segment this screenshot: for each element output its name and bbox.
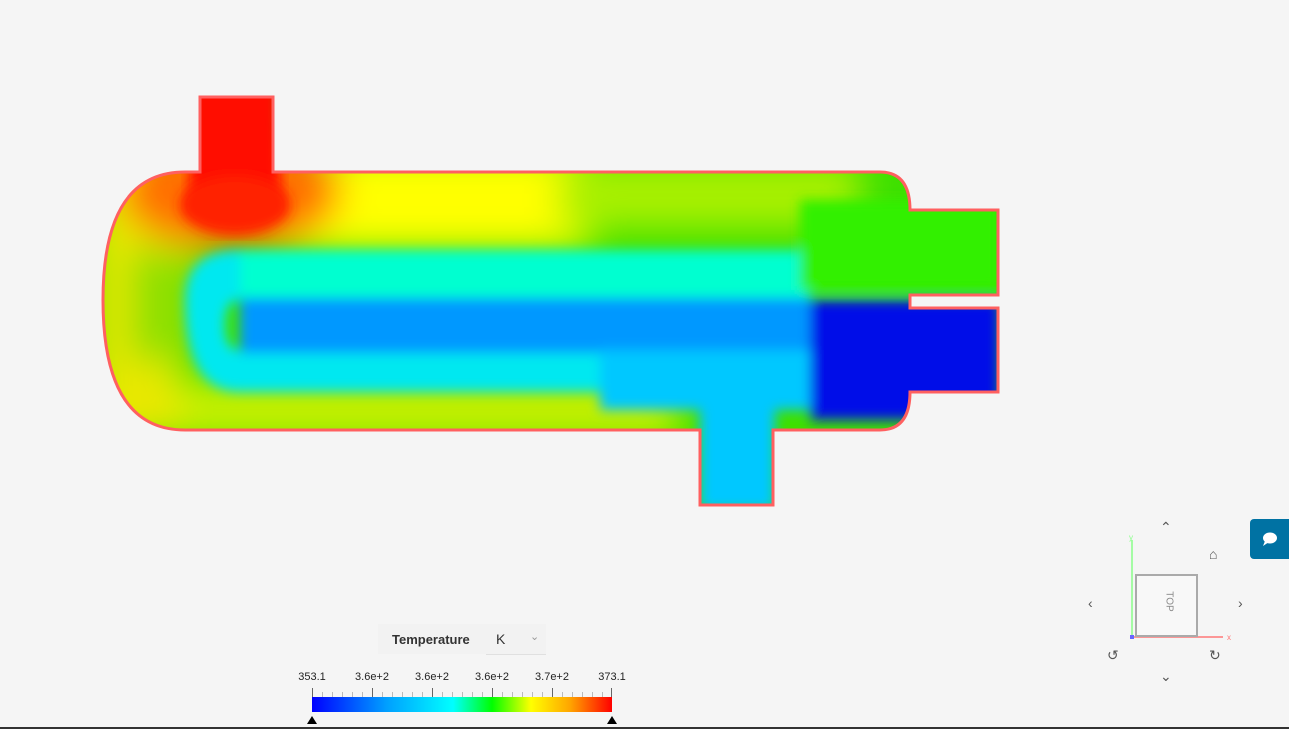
x-axis-label: x — [1227, 633, 1231, 642]
rotate-down-icon[interactable]: ⌄ — [1160, 668, 1172, 685]
tick-label: 3.7e+2 — [535, 671, 569, 683]
y-axis-label: y — [1129, 533, 1133, 542]
tick-label: 3.6e+2 — [355, 671, 389, 683]
unit-value: K — [496, 631, 506, 647]
tick-label: 373.1 — [598, 671, 626, 683]
chevron-down-icon: ⌄ — [530, 631, 540, 643]
legend-title: Temperature — [392, 632, 470, 647]
min-range-handle[interactable] — [307, 716, 317, 724]
rotate-up-icon[interactable]: ⌃ — [1160, 519, 1172, 536]
chat-bubble-icon — [1263, 532, 1277, 546]
legend-header: Temperature K ⌄ — [378, 624, 546, 655]
simulation-viewport[interactable] — [0, 0, 1289, 727]
colorbar-ticks — [312, 688, 612, 697]
heat-exchanger-temperature-field — [103, 97, 998, 505]
tick-label: 3.6e+2 — [475, 671, 509, 683]
max-range-handle[interactable] — [607, 716, 617, 724]
tick-label: 353.1 — [298, 671, 326, 683]
unit-select[interactable]: K ⌄ — [486, 624, 546, 655]
rotate-cw-icon[interactable]: ↻ — [1209, 647, 1221, 664]
viewcube-top-face[interactable]: TOP — [1135, 574, 1198, 637]
tick-label: 3.6e+2 — [415, 671, 449, 683]
chat-button[interactable] — [1250, 519, 1289, 559]
colorbar — [312, 697, 612, 712]
home-icon[interactable]: ⌂ — [1209, 546, 1217, 562]
viewcube-face-label: TOP — [1163, 591, 1175, 612]
rotate-ccw-icon[interactable]: ↺ — [1107, 647, 1119, 664]
rotate-left-icon[interactable]: ‹ — [1088, 595, 1093, 611]
rotate-right-icon[interactable]: › — [1238, 595, 1243, 611]
